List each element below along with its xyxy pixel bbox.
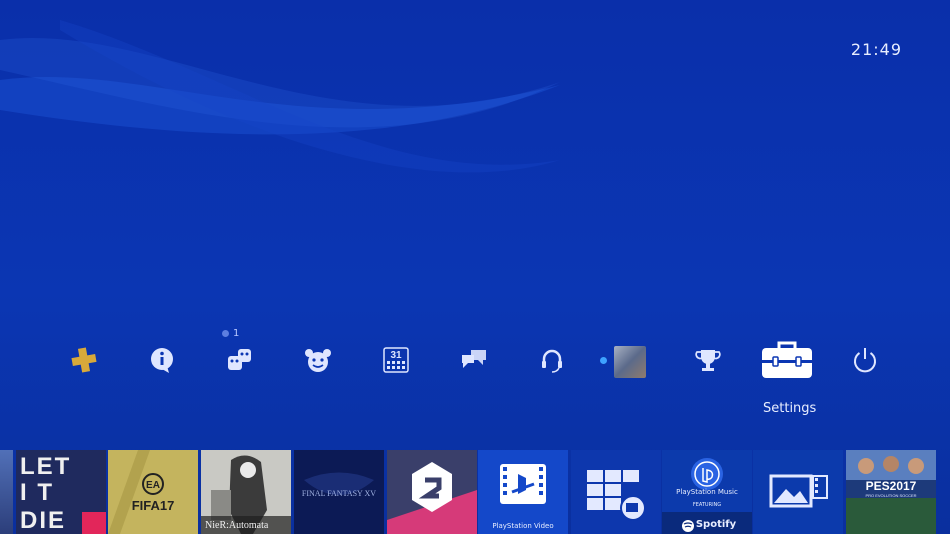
tile-playstation-music[interactable]: PlayStation Music FEATURING Spotify bbox=[662, 450, 752, 534]
fifa-17-title: FIFA17 bbox=[132, 498, 175, 513]
ea-logo: EA bbox=[146, 480, 160, 491]
events-button[interactable]: 31 bbox=[372, 338, 420, 386]
calendar-icon: 31 bbox=[381, 345, 411, 379]
avatar-icon bbox=[614, 346, 646, 378]
tile-tv-and-video[interactable] bbox=[571, 450, 661, 534]
settings-button[interactable] bbox=[755, 338, 819, 386]
pes-title: PES2017 bbox=[866, 479, 917, 493]
playstation-music-label: PlayStation Music bbox=[676, 488, 738, 496]
nier-title: NieR:Automata bbox=[205, 520, 269, 531]
spotify-label: Spotify bbox=[695, 519, 737, 530]
featuring-label: FEATURING bbox=[692, 502, 722, 508]
content-area: LET I T DIE EA FIFA17 NieR:Automata FINA… bbox=[0, 450, 950, 534]
driveclub-art bbox=[387, 450, 477, 534]
speech-bubbles-icon bbox=[459, 345, 489, 379]
fifa-17-art: EA FIFA17 bbox=[108, 450, 198, 534]
function-area: 1 31 bbox=[60, 328, 920, 388]
tile-final-fantasy-xv[interactable]: FINAL FANTASY XV bbox=[294, 450, 384, 534]
trophy-icon bbox=[693, 345, 723, 379]
party-voice-button[interactable] bbox=[528, 338, 576, 386]
svg-text:31: 31 bbox=[390, 350, 402, 361]
pes-subtitle: PRO EVOLUTION SOCCER bbox=[865, 493, 916, 498]
power-button[interactable] bbox=[841, 338, 889, 386]
clock: 21:49 bbox=[850, 40, 902, 59]
tile-fifa-17[interactable]: EA FIFA17 bbox=[108, 450, 198, 534]
info-icon bbox=[147, 345, 177, 379]
ffxv-title: FINAL FANTASY XV bbox=[302, 489, 376, 498]
pes-2017-art: PES2017 PRO EVOLUTION SOCCER bbox=[846, 450, 936, 534]
tv-video-icon bbox=[571, 450, 661, 534]
party-button[interactable] bbox=[294, 338, 342, 386]
gallery-icon bbox=[753, 450, 843, 534]
tile-capture-gallery[interactable] bbox=[753, 450, 843, 534]
nier-automata-art: NieR:Automata bbox=[201, 450, 291, 534]
communities-button[interactable] bbox=[450, 338, 498, 386]
online-status-dot bbox=[600, 357, 607, 364]
tile-playstation-video[interactable]: PlayStation Video bbox=[478, 450, 568, 534]
profile-button[interactable] bbox=[600, 338, 654, 386]
tile-driveclub[interactable] bbox=[387, 450, 477, 534]
ps-plus-icon bbox=[69, 345, 99, 379]
whats-new-button[interactable] bbox=[138, 338, 186, 386]
power-icon bbox=[850, 345, 880, 379]
notification-badge: 1 bbox=[222, 328, 239, 339]
svg-text:I T: I T bbox=[20, 479, 54, 506]
notification-count: 1 bbox=[233, 328, 240, 339]
svg-text:LET: LET bbox=[20, 453, 71, 480]
tile-pes-2017[interactable]: PES2017 PRO EVOLUTION SOCCER bbox=[846, 450, 936, 534]
toolbox-icon bbox=[760, 340, 814, 384]
tile-nier-automata[interactable]: NieR:Automata bbox=[201, 450, 291, 534]
friends-icon bbox=[225, 345, 255, 379]
tile-let-it-die[interactable]: LET I T DIE bbox=[16, 450, 106, 534]
headset-icon bbox=[537, 345, 567, 379]
final-fantasy-xv-art: FINAL FANTASY XV bbox=[294, 450, 384, 534]
svg-text:DIE: DIE bbox=[20, 507, 66, 534]
partial-tile[interactable] bbox=[0, 450, 13, 534]
playstation-plus-button[interactable] bbox=[60, 338, 108, 386]
let-it-die-art: LET I T DIE bbox=[16, 450, 106, 534]
selected-item-label: Settings bbox=[763, 401, 817, 416]
friends-button[interactable]: 1 bbox=[216, 328, 264, 386]
party-icon bbox=[303, 345, 333, 379]
trophies-button[interactable] bbox=[684, 338, 732, 386]
playstation-video-label: PlayStation Video bbox=[492, 522, 554, 530]
